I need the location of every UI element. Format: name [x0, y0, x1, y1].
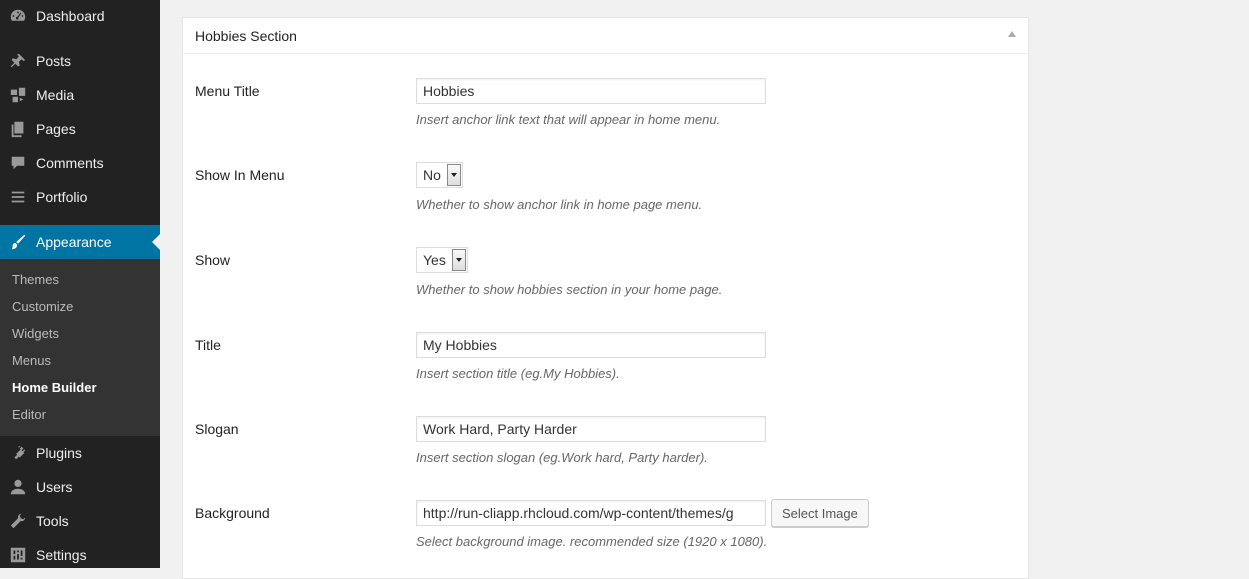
- sidebar-item-settings[interactable]: Settings: [0, 538, 160, 572]
- sidebar-item-label: Posts: [36, 53, 72, 69]
- comment-icon: [8, 153, 28, 173]
- submenu-item-menus[interactable]: Menus: [12, 353, 51, 368]
- title-label: Title: [195, 337, 221, 353]
- sidebar-item-media[interactable]: Media: [0, 78, 160, 112]
- sidebar-item-label: Pages: [36, 121, 76, 137]
- submenu-item-home-builder[interactable]: Home Builder: [12, 380, 97, 395]
- plug-icon: [8, 443, 28, 463]
- list-icon: [8, 187, 28, 207]
- show-label: Show: [195, 252, 231, 268]
- slogan-label: Slogan: [195, 421, 239, 437]
- sidebar-item-users[interactable]: Users: [0, 470, 160, 504]
- menu-title-input[interactable]: Hobbies: [416, 78, 766, 104]
- menu-title-description: Insert anchor link text that will appear…: [416, 112, 721, 127]
- show-in-menu-label: Show In Menu: [195, 167, 285, 183]
- show-description: Whether to show hobbies section in your …: [416, 282, 723, 297]
- dropdown-arrow-icon[interactable]: [451, 249, 466, 271]
- show-in-menu-description: Whether to show anchor link in home page…: [416, 197, 703, 212]
- sidebar-item-label: Users: [36, 479, 73, 495]
- slogan-input[interactable]: Work Hard, Party Harder: [416, 416, 766, 442]
- wrench-icon: [8, 511, 28, 531]
- sidebar-item-label: Settings: [36, 547, 87, 563]
- background-url-input[interactable]: http://run-cliapp.rhcloud.com/wp-content…: [416, 500, 766, 526]
- title-description: Insert section title (eg.My Hobbies).: [416, 366, 620, 381]
- submenu-item-themes[interactable]: Themes: [12, 272, 59, 287]
- appearance-submenu: Themes Customize Widgets Menus Home Buil…: [0, 259, 160, 436]
- dashboard-icon: [8, 6, 28, 26]
- pages-icon: [8, 119, 28, 139]
- sidebar-item-plugins[interactable]: Plugins: [0, 436, 160, 470]
- sidebar-item-label: Plugins: [36, 445, 82, 461]
- background-label: Background: [195, 505, 270, 521]
- user-icon: [8, 477, 28, 497]
- sidebar-item-posts[interactable]: Posts: [0, 44, 160, 78]
- sidebar-item-appearance[interactable]: Appearance: [0, 225, 160, 259]
- submenu-item-customize[interactable]: Customize: [12, 299, 73, 314]
- postbox-header[interactable]: Hobbies Section: [183, 18, 1028, 54]
- sidebar-item-label: Portfolio: [36, 189, 88, 205]
- sidebar-item-portfolio[interactable]: Portfolio: [0, 180, 160, 214]
- section-title: Hobbies Section: [195, 28, 297, 44]
- show-value: Yes: [423, 252, 446, 268]
- menu-title-label: Menu Title: [195, 83, 260, 99]
- sidebar-item-dashboard[interactable]: Dashboard: [0, 0, 160, 33]
- slogan-description: Insert section slogan (eg.Work hard, Par…: [416, 450, 708, 465]
- media-icon: [8, 85, 28, 105]
- show-select[interactable]: Yes: [416, 247, 468, 273]
- select-image-button[interactable]: Select Image: [771, 499, 869, 527]
- sidebar-item-label: Media: [36, 87, 75, 103]
- sidebar-item-label: Comments: [36, 155, 104, 171]
- sidebar-item-label: Dashboard: [36, 8, 105, 24]
- background-description: Select background image. recommended siz…: [416, 534, 768, 549]
- submenu-item-widgets[interactable]: Widgets: [12, 326, 59, 341]
- show-in-menu-select[interactable]: No: [416, 162, 463, 188]
- sidebar-item-label: Tools: [36, 513, 69, 529]
- submenu-item-editor[interactable]: Editor: [12, 407, 46, 422]
- collapse-arrow-icon[interactable]: [1008, 31, 1016, 37]
- paintbrush-icon: [8, 232, 28, 252]
- sidebar-item-comments[interactable]: Comments: [0, 146, 160, 180]
- sidebar-item-tools[interactable]: Tools: [0, 504, 160, 538]
- settings-icon: [8, 545, 28, 565]
- sidebar-item-pages[interactable]: Pages: [0, 112, 160, 146]
- dropdown-arrow-icon[interactable]: [446, 164, 461, 186]
- pin-icon: [8, 51, 28, 71]
- admin-sidebar: Dashboard Posts Media Pages Comments Por…: [0, 0, 160, 568]
- hobbies-section-box: Hobbies Section Menu Title Hobbies Inser…: [182, 17, 1029, 579]
- show-in-menu-value: No: [423, 167, 441, 183]
- title-input[interactable]: My Hobbies: [416, 332, 766, 358]
- sidebar-item-label: Appearance: [36, 234, 112, 250]
